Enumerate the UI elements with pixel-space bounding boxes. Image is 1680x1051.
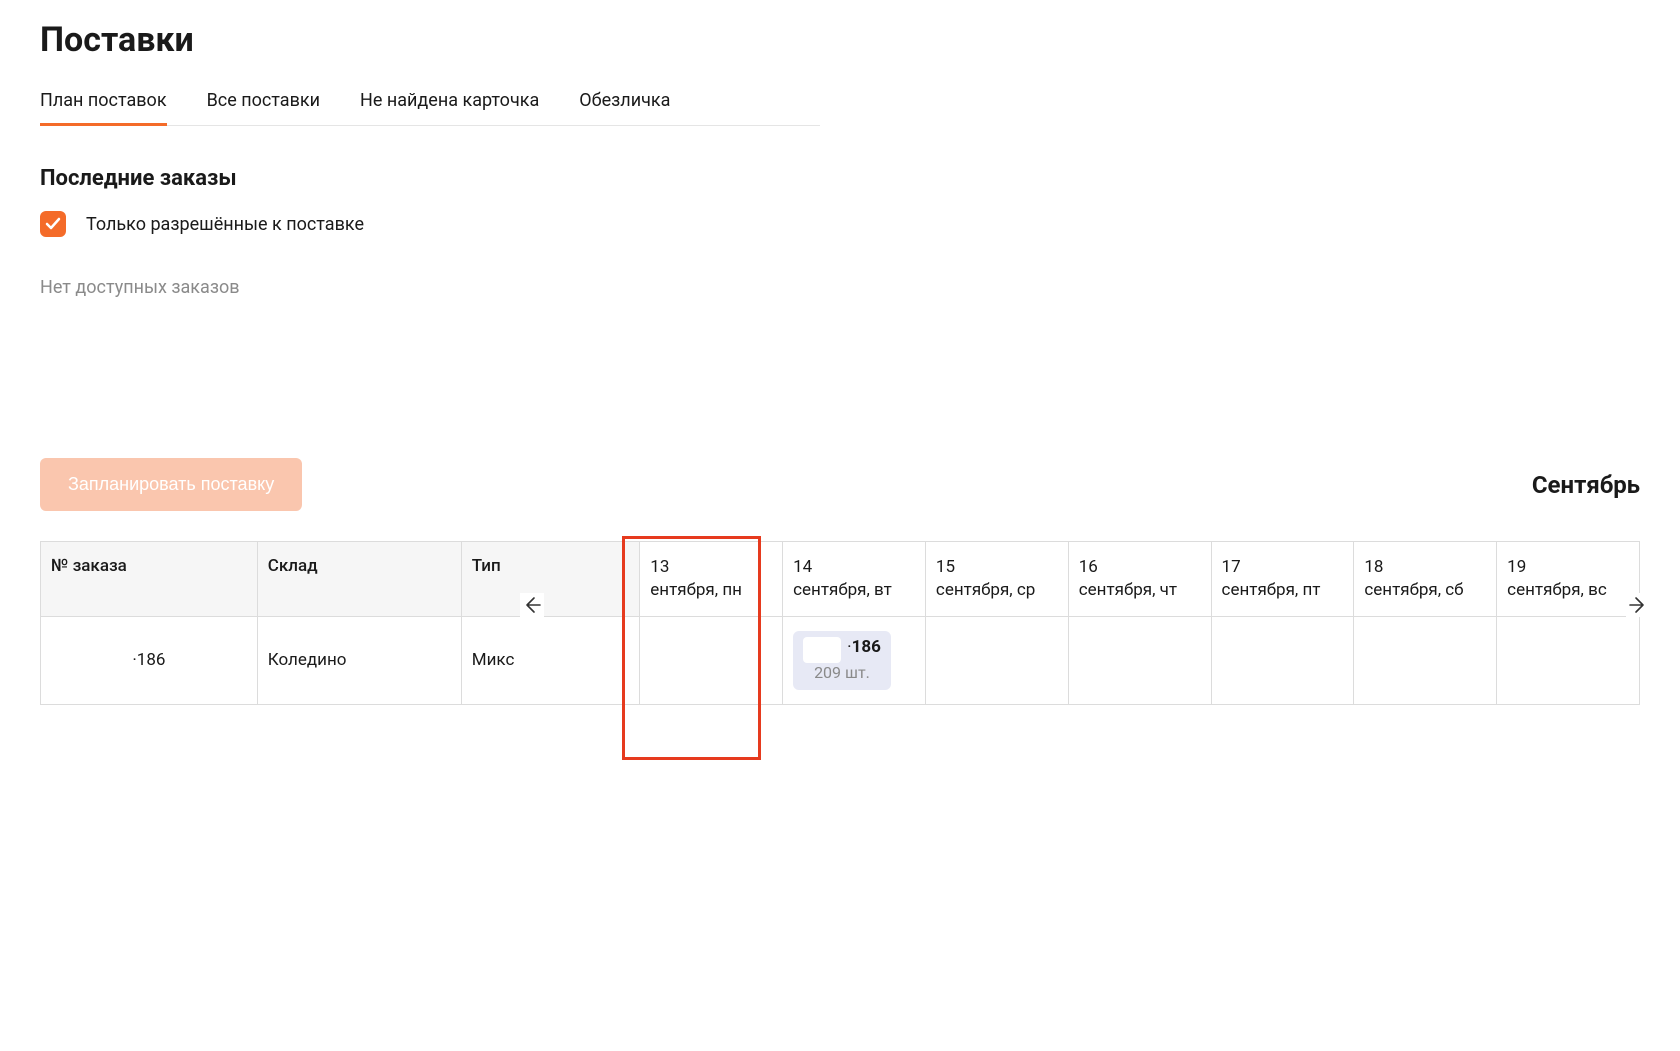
date-col-18[interactable]: 18сентября, сб bbox=[1354, 542, 1497, 617]
cell-type: Микс bbox=[461, 616, 640, 704]
cell-15[interactable] bbox=[925, 616, 1068, 704]
date-col-17[interactable]: 17сентября, пт bbox=[1211, 542, 1354, 617]
check-icon bbox=[45, 216, 61, 232]
date-col-14[interactable]: 14сентября, вт bbox=[783, 542, 926, 617]
cell-13[interactable] bbox=[640, 616, 783, 704]
arrow-left-icon bbox=[522, 595, 542, 615]
date-col-16[interactable]: 16сентября, чт bbox=[1068, 542, 1211, 617]
allowed-only-row: Только разрешённые к поставке bbox=[40, 211, 1640, 237]
month-label: Сентябрь bbox=[1532, 471, 1640, 499]
allowed-only-label: Только разрешённые к поставке bbox=[86, 214, 364, 235]
cell-sklad: Коледино bbox=[257, 616, 461, 704]
date-col-13[interactable]: 13ентября, пн bbox=[640, 542, 783, 617]
col-sklad-header: Склад bbox=[257, 542, 461, 617]
arrow-right-icon bbox=[1628, 595, 1648, 615]
next-dates-button[interactable] bbox=[1626, 593, 1650, 617]
cell-14[interactable]: ·186 209 шт. bbox=[783, 616, 926, 704]
chip-qty: 209 шт. bbox=[803, 663, 881, 682]
cell-16[interactable] bbox=[1068, 616, 1211, 704]
supply-chip[interactable]: ·186 209 шт. bbox=[793, 631, 891, 690]
prev-dates-button[interactable] bbox=[520, 593, 544, 617]
empty-orders-message: Нет доступных заказов bbox=[40, 277, 1640, 298]
tabs-bar: План поставок Все поставки Не найдена ка… bbox=[40, 80, 820, 126]
date-col-19[interactable]: 19сентября, вс bbox=[1497, 542, 1640, 617]
plan-bar: Запланировать поставку Сентябрь bbox=[40, 458, 1640, 511]
tab-no-card[interactable]: Не найдена карточка bbox=[360, 80, 539, 125]
col-type-header: Тип bbox=[461, 542, 640, 617]
tab-anon[interactable]: Обезличка bbox=[579, 80, 670, 125]
cell-19[interactable] bbox=[1497, 616, 1640, 704]
schedule-table: № заказа Склад Тип 13ентября, пн 14сентя… bbox=[40, 541, 1640, 705]
table-row: ·186 Коледино Микс ·186 209 шт. bbox=[41, 616, 1640, 704]
plan-supply-button[interactable]: Запланировать поставку bbox=[40, 458, 302, 511]
cell-order-number: ·186 bbox=[41, 616, 258, 704]
col-order-header: № заказа bbox=[41, 542, 258, 617]
tab-all[interactable]: Все поставки bbox=[207, 80, 320, 125]
cell-17[interactable] bbox=[1211, 616, 1354, 704]
recent-orders-title: Последние заказы bbox=[40, 166, 1640, 191]
schedule-table-wrap: № заказа Склад Тип 13ентября, пн 14сентя… bbox=[40, 541, 1640, 705]
chip-thumbnail bbox=[803, 637, 841, 663]
cell-18[interactable] bbox=[1354, 616, 1497, 704]
allowed-only-checkbox[interactable] bbox=[40, 211, 66, 237]
tab-plan[interactable]: План поставок bbox=[40, 80, 167, 126]
page-title: Поставки bbox=[40, 20, 1640, 60]
date-col-15[interactable]: 15сентября, ср bbox=[925, 542, 1068, 617]
